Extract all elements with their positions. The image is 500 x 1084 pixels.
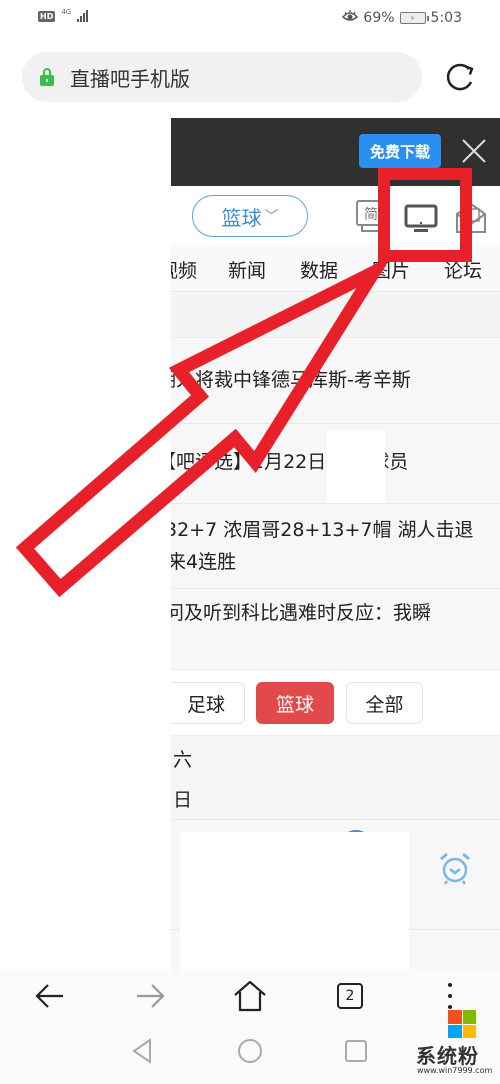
sport-selector-value: 篮球 [221,205,262,230]
sport-selector[interactable]: 篮球 ﹀ [192,195,308,237]
square-recents-icon [345,1040,367,1062]
tab-news[interactable]: 新闻 [228,256,266,283]
nav-tabs: 视频 新闻 数据 图片 论坛 [171,244,500,292]
filter-basketball[interactable]: 篮球 [256,682,334,724]
mail-icon[interactable] [454,200,488,234]
redaction-box [180,832,409,970]
watermark-title: 系统粉 [416,1044,479,1068]
tabs-button[interactable]: 2 [330,978,370,1014]
tab-pictures[interactable]: 图片 [372,256,410,283]
tab-count: 2 [337,983,363,1009]
clock: 5:03 [430,10,462,26]
forward-button[interactable] [130,978,170,1014]
watermark-url: www.win7999.com [417,1066,493,1075]
news-item[interactable]: 问及听到科比遇难时反应：我瞬 [171,589,500,670]
web-page: 免费下载 篮球 ﹀ 简 视频 新闻 数据 图片 论坛 湖人将裁中锋德马库斯-考辛… [171,118,500,970]
news-item[interactable]: 32+7 浓眉哥28+13+7帽 湖人击退 来4连胜 [171,504,500,589]
home-icon [234,980,266,1012]
chevron-down-icon: ﹀ [264,209,279,225]
news-item[interactable]: 湖人将裁中锋德马库斯-考辛斯 [171,339,500,424]
svg-text:简: 简 [364,206,378,223]
match-item[interactable] [171,820,500,970]
tab-video[interactable]: 视频 [171,256,197,283]
battery-percent: 69% [363,10,395,26]
status-left: HD 4G [38,8,89,22]
address-bar[interactable]: 直播吧手机版 [22,52,422,102]
triangle-back-icon [132,1038,151,1064]
system-home-button[interactable] [235,1036,265,1066]
network-type: 4G [61,8,72,16]
filter-all[interactable]: 全部 [346,682,423,724]
watermark: 系统粉 www.win7999.com [412,1010,500,1084]
tab-forum[interactable]: 论坛 [444,256,482,283]
simplified-chinese-icon[interactable]: 简 [356,200,388,234]
status-right: 69% ⚡ 5:03 [342,9,462,27]
status-bar: HD 4G 69% ⚡ 5:03 [0,0,500,38]
home-button[interactable] [230,978,270,1014]
arrow-left-icon [35,984,63,1008]
filter-football[interactable]: 足球 [171,682,245,724]
windows-logo-icon [448,1010,476,1038]
system-recents-button[interactable] [341,1036,371,1066]
site-header: 篮球 ﹀ 简 [171,186,500,244]
more-menu-button[interactable] [430,978,470,1014]
day-header: 日 [171,777,500,820]
alarm-clock-icon[interactable] [437,850,473,886]
back-button[interactable] [30,978,70,1014]
news-item[interactable]: 【吧评选】2月22日 最佳球员 [171,424,500,504]
redaction-box [327,430,385,503]
download-banner: 免费下载 [171,118,500,186]
eye-comfort-icon [342,9,359,27]
lock-icon [40,68,54,86]
system-back-button[interactable] [128,1036,158,1066]
tab-data[interactable]: 数据 [300,256,338,283]
desktop-icon[interactable] [404,204,438,232]
reload-icon[interactable] [445,62,477,94]
circle-home-icon [238,1039,262,1063]
blank-row [171,293,500,338]
close-icon[interactable] [461,138,487,164]
day-header: 六 [171,737,500,777]
arrow-right-icon [137,984,165,1008]
signal-strength-icon [77,10,89,22]
hd-voice-icon: HD [38,10,56,22]
free-download-button[interactable]: 免费下载 [359,134,441,168]
more-vertical-icon [448,983,452,1009]
filter-row: 足球 篮球 全部 [171,670,500,736]
page-title: 直播吧手机版 [70,66,190,91]
battery-charging-icon: ⚡ [399,12,429,24]
